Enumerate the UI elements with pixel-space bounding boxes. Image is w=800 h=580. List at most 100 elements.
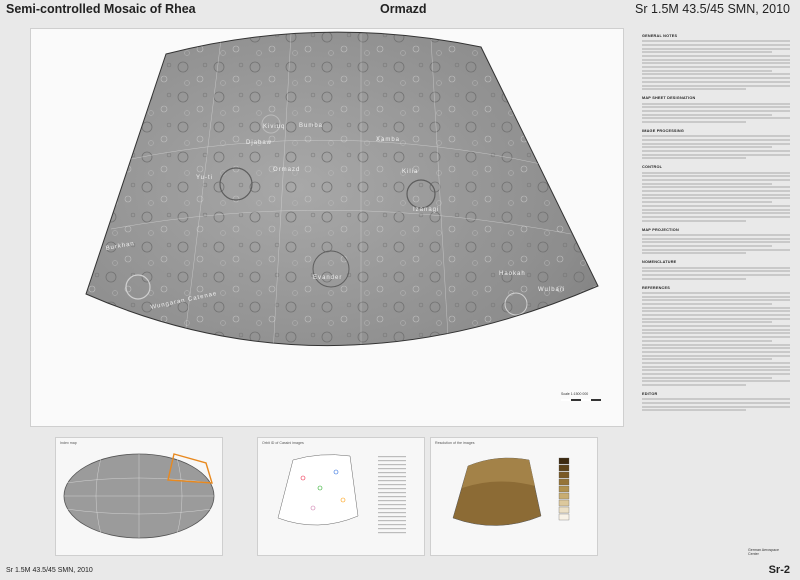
text-line — [642, 339, 773, 342]
footer-code: Sr 1.5M 43.5/45 SMN, 2010 — [6, 567, 93, 574]
text-line — [642, 321, 773, 324]
text-line — [642, 295, 790, 298]
sidebar-text-block — [642, 102, 790, 123]
text-line — [642, 102, 790, 105]
sidebar-heading: CONTROL — [642, 165, 663, 170]
main-map-panel: Bumba Ormazd Kiviuq Kilia Izanagi Evande… — [30, 28, 624, 427]
resolution-graphic — [452, 457, 570, 526]
text-line — [642, 142, 790, 145]
text-line — [642, 237, 790, 240]
text-line — [642, 62, 790, 65]
text-line — [642, 197, 790, 200]
feature-label-djabaw: Djabaw — [246, 140, 272, 146]
feature-label-kilia: Kilia — [402, 169, 418, 175]
feature-label-wulbari: Wulbari — [538, 287, 565, 293]
text-line — [642, 244, 773, 247]
text-line — [642, 149, 790, 152]
rhea-mosaic: Bumba Ormazd Kiviuq Kilia Izanagi Evande… — [85, 31, 601, 401]
text-line — [642, 117, 790, 120]
text-line — [642, 171, 790, 174]
orbits-inset: Orbit ID of Cassini images — [257, 437, 425, 556]
feature-label-izanagi: Izanagi — [413, 207, 439, 213]
text-line — [642, 402, 790, 405]
text-line — [642, 109, 790, 112]
text-line — [642, 310, 790, 313]
text-line — [642, 384, 746, 387]
text-line — [642, 273, 790, 276]
feature-label-yu-ti: Yu-ti — [196, 175, 213, 181]
text-line — [642, 175, 790, 178]
feature-label-ormazd: Ormazd — [273, 167, 300, 173]
text-line — [642, 193, 790, 196]
sidebar-heading: GENERAL NOTES — [642, 34, 678, 38]
sidebar-heading: MAP SHEET DESIGNATION — [642, 96, 696, 101]
text-line — [642, 270, 790, 273]
orbits-graphic — [277, 454, 406, 534]
sidebar-text-block — [642, 398, 790, 412]
text-line — [642, 153, 790, 156]
text-line — [642, 69, 773, 72]
text-line — [642, 248, 790, 251]
text-line — [642, 58, 790, 61]
text-line — [642, 314, 790, 317]
text-line — [642, 106, 790, 109]
text-line — [642, 120, 746, 123]
text-line — [642, 332, 790, 335]
quadrangle-name: Ormazd — [380, 2, 427, 16]
index-map-graphic — [63, 453, 215, 539]
sidebar-text-block — [642, 40, 790, 91]
text-line — [642, 302, 773, 305]
text-line — [642, 73, 790, 76]
text-line — [642, 328, 790, 331]
text-line — [642, 398, 790, 401]
text-line — [642, 138, 790, 141]
text-line — [642, 157, 746, 160]
dlr-org: German Aerospace Center — [748, 548, 779, 556]
sidebar-text-block — [642, 135, 790, 160]
text-line — [642, 43, 790, 46]
text-line — [642, 266, 790, 269]
text-line — [642, 77, 790, 80]
text-line — [642, 208, 790, 211]
orbits-caption: Orbit ID of Cassini images — [262, 441, 304, 445]
sidebar-heading: MAP PROJECTION — [642, 227, 679, 232]
dlr-credit: German Aerospace Center — [748, 548, 788, 556]
text-line — [642, 201, 773, 204]
text-line — [642, 55, 790, 58]
text-line — [642, 325, 790, 328]
text-line — [642, 186, 790, 189]
text-line — [642, 47, 790, 50]
text-line — [642, 113, 773, 116]
text-line — [642, 380, 790, 383]
text-line — [642, 373, 790, 376]
sheet-code: Sr 1.5M 43.5/45 SMN, 2010 — [635, 2, 790, 16]
text-line — [642, 405, 790, 408]
resolution-inset: Resolution of the images — [430, 437, 598, 556]
text-line — [642, 347, 790, 350]
footer-sheet: Sr-2 — [768, 564, 790, 576]
text-line — [642, 190, 790, 193]
text-line — [642, 343, 790, 346]
text-line — [642, 204, 790, 207]
feature-label-haokah: Haokah — [499, 271, 526, 277]
text-line — [642, 219, 746, 222]
sidebar-text-block — [642, 233, 790, 255]
text-line — [642, 51, 773, 54]
text-line — [642, 409, 746, 412]
text-line — [642, 66, 790, 69]
text-line — [642, 354, 790, 357]
sidebar-heading: NOMENCLATURE — [642, 260, 677, 265]
text-line — [642, 88, 746, 91]
text-line — [642, 317, 790, 320]
text-line — [642, 179, 790, 181]
text-line — [642, 361, 790, 364]
notes-sidebar: GENERAL NOTES MAP SHEET DESIGNATION IMAGE … — [642, 28, 790, 558]
sidebar-text-block — [642, 291, 790, 387]
text-line — [642, 350, 790, 353]
text-line — [642, 80, 790, 83]
index-map-inset: Index map — [55, 437, 223, 556]
scale-label: Scale 1:1500 000 — [561, 392, 588, 396]
text-line — [642, 376, 773, 379]
text-line — [642, 40, 790, 43]
text-line — [642, 135, 790, 138]
